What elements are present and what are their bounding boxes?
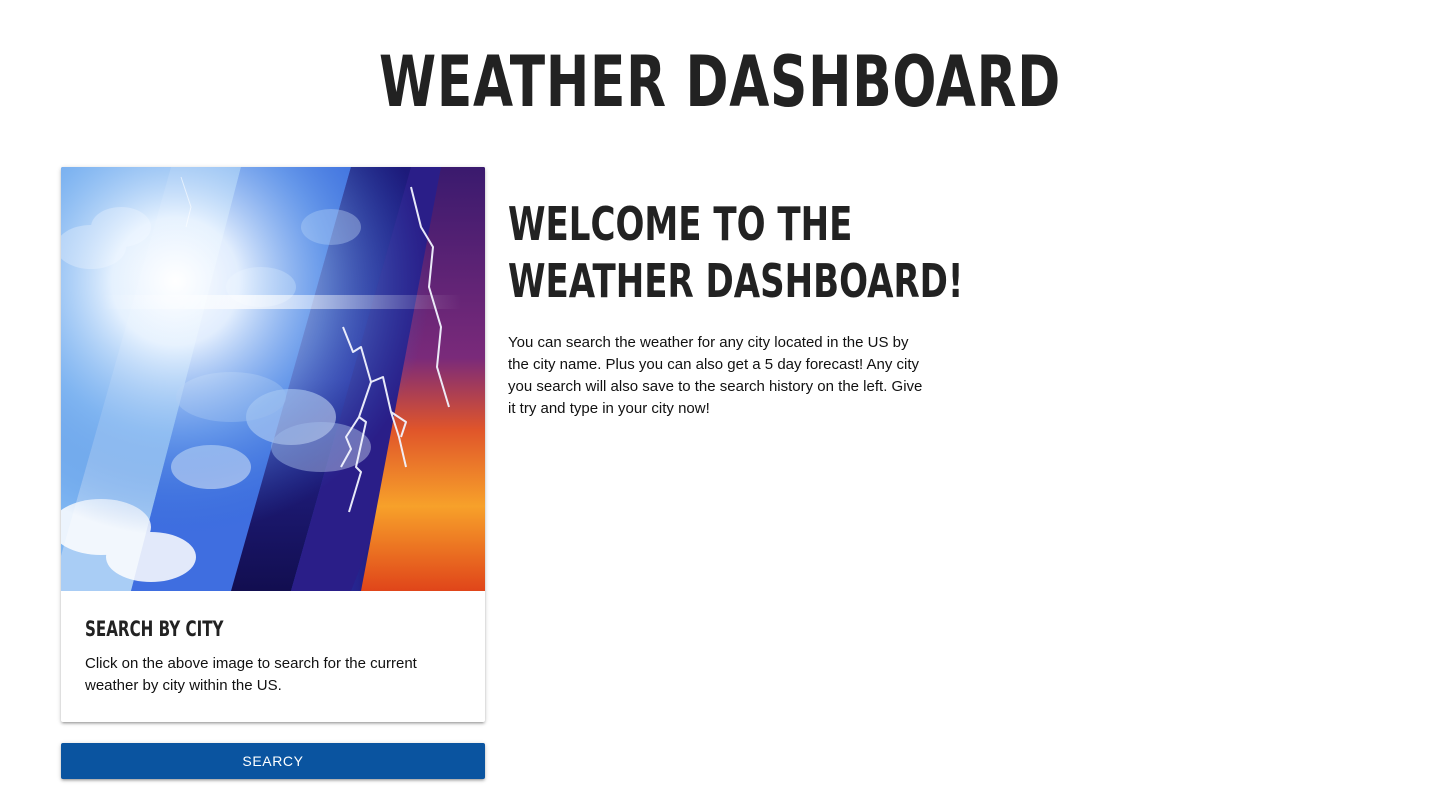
search-card: Search by City Click on the above image … bbox=[61, 167, 485, 722]
page-title: WEATHER DASHBOARD bbox=[378, 41, 1062, 123]
welcome-heading-line-2: WEATHER DASHBOARD! bbox=[508, 254, 964, 308]
welcome-heading-line-1: WELCOME TO THE bbox=[508, 197, 853, 251]
card-title: Search by City bbox=[85, 617, 224, 641]
card-content: Search by City Click on the above image … bbox=[61, 591, 485, 697]
welcome-heading: WELCOME TO THE WEATHER DASHBOARD! bbox=[508, 196, 964, 310]
welcome-description: You can search the weather for any city … bbox=[508, 334, 923, 417]
search-button[interactable]: SEARCY bbox=[61, 743, 485, 779]
weather-collage-image[interactable] bbox=[61, 167, 485, 591]
card-description: Click on the above image to search for t… bbox=[85, 655, 417, 694]
welcome-section: WELCOME TO THE WEATHER DASHBOARD! bbox=[508, 196, 1028, 310]
